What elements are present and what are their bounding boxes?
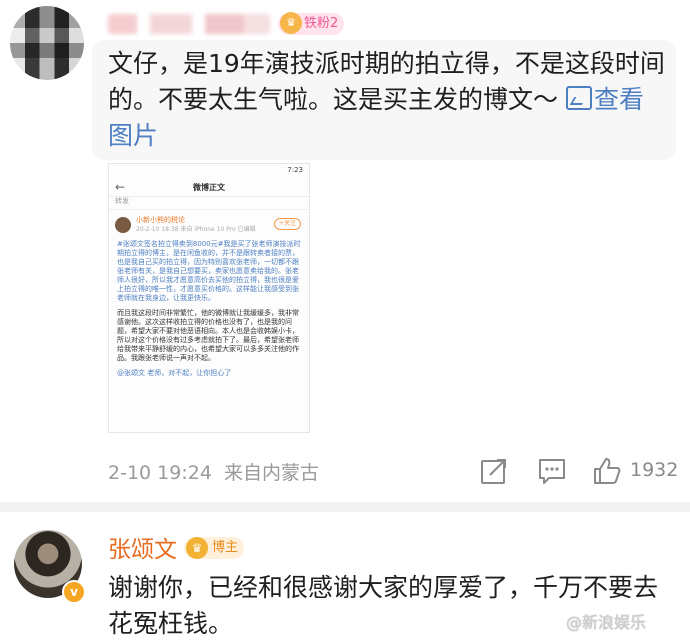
watermark-text: 新浪娱乐 xyxy=(582,613,647,632)
screenshot-username: 小新小熊的税论 xyxy=(136,216,185,224)
follow-button: +关注 xyxy=(273,218,301,230)
username[interactable]: 张颂文 xyxy=(108,530,177,564)
comment-item: ♛ 铁粉2 文仔，是19年演技派时期的拍立得，不是这段时间的。不要太生气啦。这是… xyxy=(0,0,690,500)
screenshot-paragraph: 而且我这段时间非常繁忙，他的微博就让我缓缓多，我非常感谢他。这次这样收拍立得的价… xyxy=(117,309,299,362)
screenshot-nav: ← 微博正文 xyxy=(109,178,309,197)
comment-timestamp: 2-10 19:24 xyxy=(108,462,212,484)
back-arrow-icon: ← xyxy=(115,179,126,194)
comment-location: 来自内蒙古 xyxy=(223,462,319,484)
status-time: 7:23 xyxy=(287,166,303,174)
host-badge: ♛ 博主 xyxy=(184,537,245,559)
like-count: 1932 xyxy=(630,459,679,481)
verified-icon: v xyxy=(62,580,86,604)
phone-status-bar: 7:23 xyxy=(109,164,309,178)
screenshot-meta: 20-2-10 18:38 来自 iPhone 10 Pro 已编辑 xyxy=(136,226,256,233)
image-icon xyxy=(565,86,592,110)
host-badge-label: 博主 xyxy=(212,540,239,555)
comment-icon[interactable] xyxy=(537,456,567,486)
fan-badge: ♛ 铁粉2 xyxy=(278,12,345,35)
screenshot-avatar xyxy=(115,217,131,233)
avatar[interactable] xyxy=(10,6,84,80)
screenshot-user: 小新小熊的税论 20-2-10 18:38 来自 iPhone 10 Pro 已… xyxy=(109,210,309,236)
crown-icon: ♛ xyxy=(280,12,302,34)
screenshot-subnav: 转发 xyxy=(109,197,309,210)
screenshot-paragraph: #张颂文签名拍立得卖到8000元#我是买了张老师演技派时期拍立得的博主，是在闲鱼… xyxy=(117,240,301,302)
share-icon[interactable] xyxy=(479,456,509,486)
username-blurred[interactable] xyxy=(108,14,270,34)
attached-image[interactable]: 7:23 ← 微博正文 转发 小新小熊的税论 20-2-10 18:38 来自 … xyxy=(108,163,310,433)
crown-icon: ♛ xyxy=(186,537,208,559)
comment-text-block: 文仔，是19年演技派时期的拍立得，不是这段时间的。不要太生气啦。这是买主发的博文… xyxy=(108,46,668,154)
fan-badge-label: 铁粉2 xyxy=(304,16,339,31)
comment-meta: 2-10 19:24 来自内蒙古 xyxy=(108,458,319,485)
watermark: @新浪娱乐 xyxy=(566,613,647,632)
screenshot-paragraph: @张颂文 老师，对不起，让你担心了 xyxy=(117,369,232,377)
comment-divider xyxy=(0,502,690,512)
like-icon[interactable] xyxy=(592,456,622,486)
screenshot-body: #张颂文签名拍立得卖到8000元#我是买了张老师演技派时期拍立得的博主，是在闲鱼… xyxy=(109,236,309,388)
screenshot-title: 微博正文 xyxy=(193,182,225,192)
